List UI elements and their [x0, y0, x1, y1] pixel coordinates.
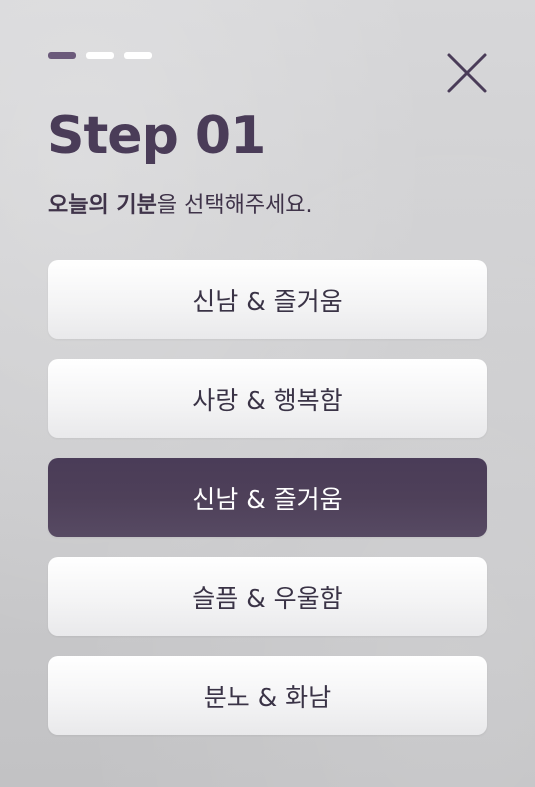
close-icon — [447, 53, 487, 93]
step-indicator-1 — [48, 52, 76, 59]
mood-option-3[interactable]: 신남 & 즐거움 — [48, 458, 487, 537]
instruction-rest: 을 선택해주세요. — [156, 193, 313, 218]
mood-options-list: 신남 & 즐거움 사랑 & 행복함 신남 & 즐거움 슬픔 & 우울함 분노 &… — [48, 260, 487, 735]
mood-option-5[interactable]: 분노 & 화남 — [48, 656, 487, 735]
mood-option-2[interactable]: 사랑 & 행복함 — [48, 359, 487, 438]
step-indicator-3 — [124, 52, 152, 59]
step-title: Step 01 — [47, 106, 266, 166]
step-progress-indicator — [48, 52, 152, 59]
close-button[interactable] — [444, 50, 490, 96]
instruction-text: 오늘의 기분을 선택해주세요. — [48, 192, 313, 221]
step-indicator-2 — [86, 52, 114, 59]
mood-option-4[interactable]: 슬픔 & 우울함 — [48, 557, 487, 636]
instruction-highlight: 오늘의 기분 — [48, 193, 157, 218]
mood-option-1[interactable]: 신남 & 즐거움 — [48, 260, 487, 339]
